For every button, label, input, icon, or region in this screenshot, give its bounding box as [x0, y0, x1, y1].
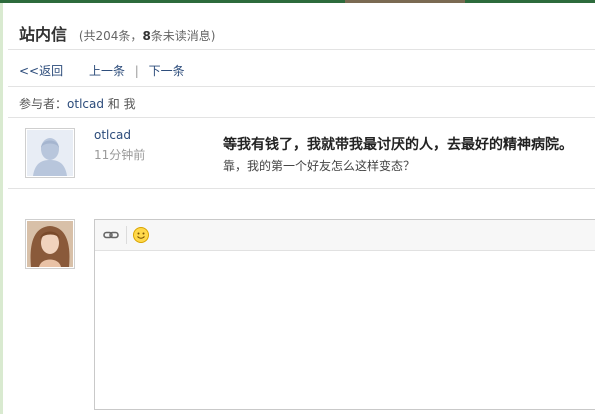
- nav-separator: |: [134, 64, 139, 78]
- unread-count: 8: [142, 29, 151, 43]
- editor-toolbar: [95, 220, 595, 251]
- my-avatar[interactable]: [25, 219, 75, 269]
- prev-link[interactable]: 上一条: [89, 64, 125, 78]
- sender-name[interactable]: otlcad: [94, 128, 131, 142]
- message-time: 11分钟前: [94, 148, 146, 162]
- divider: [8, 86, 595, 87]
- participant-user-link[interactable]: otlcad: [67, 97, 104, 111]
- message-count: (共204条，8条未读消息): [79, 29, 216, 43]
- count-prefix: (共204条，: [78, 29, 143, 43]
- message-title: 等我有钱了，我就带我最讨厌的人，去最好的精神病院。: [223, 137, 573, 153]
- count-suffix: 条未读消息): [150, 29, 216, 43]
- page-title: 站内信: [19, 25, 68, 44]
- top-banner: [0, 0, 595, 3]
- default-avatar-icon: [27, 130, 73, 176]
- toolbar-separator: [126, 226, 127, 244]
- link-icon[interactable]: [102, 226, 120, 244]
- back-link[interactable]: <<返回: [19, 64, 63, 78]
- participants: 参与者：otlcad 和 我: [19, 95, 136, 112]
- banner-photo: [345, 0, 465, 3]
- next-link[interactable]: 下一条: [149, 64, 185, 78]
- message-body: 靠，我的第一个好友怎么这样变态？: [223, 159, 416, 173]
- reply-editor: [94, 219, 595, 410]
- message-nav: <<返回 上一条 | 下一条: [19, 62, 185, 79]
- left-rule: [0, 3, 3, 414]
- divider: [8, 188, 595, 189]
- divider: [8, 49, 595, 50]
- participants-label: 参与者：: [19, 97, 68, 111]
- reply-textarea[interactable]: [95, 251, 595, 409]
- sender-avatar[interactable]: [25, 128, 75, 178]
- participants-connector: 和: [103, 97, 124, 111]
- divider: [8, 117, 595, 118]
- user-photo-icon: [27, 221, 73, 267]
- participant-me: 我: [123, 97, 136, 111]
- page-header: 站内信 (共204条，8条未读消息): [19, 21, 215, 45]
- smiley-icon[interactable]: [132, 226, 150, 244]
